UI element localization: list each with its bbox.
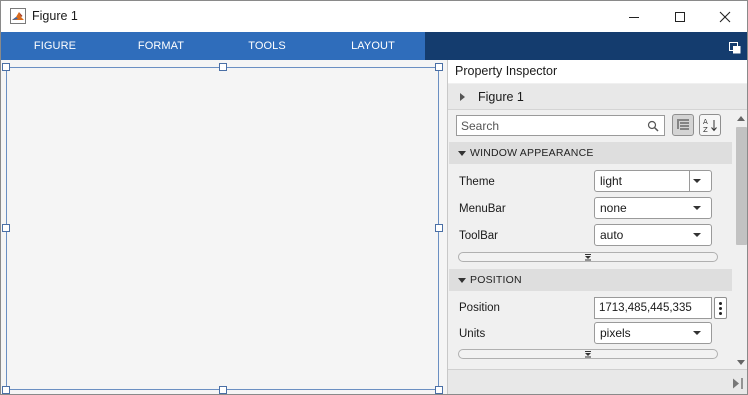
toolstrip: FIGURE FORMAT TOOLS LAYOUT (1, 32, 747, 60)
resize-handle-top-center[interactable] (219, 63, 227, 71)
tab-layout[interactable]: LAYOUT (333, 32, 413, 60)
theme-value: light (600, 174, 623, 188)
section-label: WINDOW APPEARANCE (470, 147, 594, 159)
property-label-theme: Theme (459, 176, 495, 188)
resize-handle-top-left[interactable] (2, 63, 10, 71)
chevron-down-icon (693, 206, 701, 210)
search-input[interactable] (461, 116, 641, 135)
figure-window: Figure 1 FIGURE FORMAT TOOLS LAYOUT Prop… (0, 0, 748, 395)
search-box[interactable] (456, 115, 665, 136)
theme-dropdown[interactable]: light (594, 170, 712, 192)
property-label-position: Position (459, 302, 500, 314)
units-dropdown[interactable]: pixels (594, 322, 712, 344)
resize-handle-bottom-left[interactable] (2, 386, 10, 394)
toolbar-dropdown[interactable]: auto (594, 224, 712, 246)
resize-handle-bottom-center[interactable] (219, 386, 227, 394)
scrollbar-thumb[interactable] (736, 127, 747, 245)
sort-alphabetical-icon: A Z (703, 118, 717, 133)
scroll-up-icon[interactable] (737, 116, 745, 121)
collapse-caret-icon (458, 278, 466, 283)
property-label-units: Units (459, 328, 486, 340)
more-options-button[interactable] (714, 297, 727, 319)
collapse-panel-icon[interactable] (732, 378, 744, 389)
section-label: POSITION (470, 274, 522, 286)
close-button[interactable] (702, 1, 747, 32)
maximize-icon (675, 11, 685, 22)
matlab-icon (10, 8, 26, 24)
svg-text:A: A (703, 118, 708, 126)
tab-format[interactable]: FORMAT (121, 32, 201, 60)
tab-tools[interactable]: TOOLS (227, 32, 307, 60)
menubar-value: none (600, 201, 627, 215)
collapse-caret-icon (458, 151, 466, 156)
sort-alphabetical-button[interactable]: A Z (699, 114, 721, 136)
menubar-dropdown[interactable]: none (594, 197, 712, 219)
property-label-toolbar: ToolBar (459, 230, 498, 242)
position-field[interactable]: 1713,485,445,335 (594, 297, 712, 319)
object-name: Figure 1 (478, 90, 524, 104)
show-more-expander[interactable] (458, 252, 718, 262)
search-icon (647, 120, 659, 132)
maximize-button[interactable] (657, 1, 703, 32)
resize-handle-middle-left[interactable] (2, 224, 10, 232)
vertical-scrollbar[interactable] (733, 111, 747, 369)
minimize-icon (629, 16, 639, 18)
position-value: 1713,485,445,335 (599, 302, 692, 314)
toolstrip-tabs: FIGURE FORMAT TOOLS LAYOUT (1, 32, 425, 60)
inspector-footer (448, 369, 747, 394)
dot (719, 302, 722, 305)
selection-rectangle (6, 67, 439, 390)
window-title: Figure 1 (32, 9, 78, 23)
units-value: pixels (600, 326, 631, 340)
minimize-button[interactable] (611, 1, 657, 32)
grouped-view-icon (677, 119, 689, 130)
dot (719, 307, 722, 310)
figure-canvas[interactable] (1, 60, 446, 394)
scroll-down-icon[interactable] (737, 360, 745, 365)
section-position[interactable]: POSITION (449, 269, 732, 291)
expand-caret-icon[interactable] (460, 93, 465, 101)
chevron-down-icon (693, 233, 701, 237)
double-chevron-down-icon (585, 351, 591, 358)
resize-handle-top-right[interactable] (435, 63, 443, 71)
property-label-menubar: MenuBar (459, 203, 506, 215)
resize-handle-bottom-right[interactable] (435, 386, 443, 394)
double-chevron-down-icon (585, 254, 591, 261)
svg-text:Z: Z (703, 126, 708, 133)
title-bar[interactable]: Figure 1 (1, 1, 747, 32)
object-tree-row[interactable]: Figure 1 (448, 84, 747, 110)
chevron-down-icon (693, 179, 701, 183)
inspector-title: Property Inspector (448, 60, 747, 83)
dropdown-separator (689, 171, 690, 191)
section-window-appearance[interactable]: WINDOW APPEARANCE (449, 142, 732, 164)
property-inspector: Property Inspector Figure 1 A (447, 60, 747, 394)
dot (719, 312, 722, 315)
tab-figure[interactable]: FIGURE (15, 32, 95, 60)
undock-icon[interactable] (729, 42, 741, 54)
close-icon (719, 11, 731, 22)
resize-handle-middle-right[interactable] (435, 224, 443, 232)
chevron-down-icon (693, 331, 701, 335)
grouped-view-button[interactable] (672, 114, 694, 136)
show-more-expander[interactable] (458, 349, 718, 359)
toolbar-value: auto (600, 228, 624, 242)
